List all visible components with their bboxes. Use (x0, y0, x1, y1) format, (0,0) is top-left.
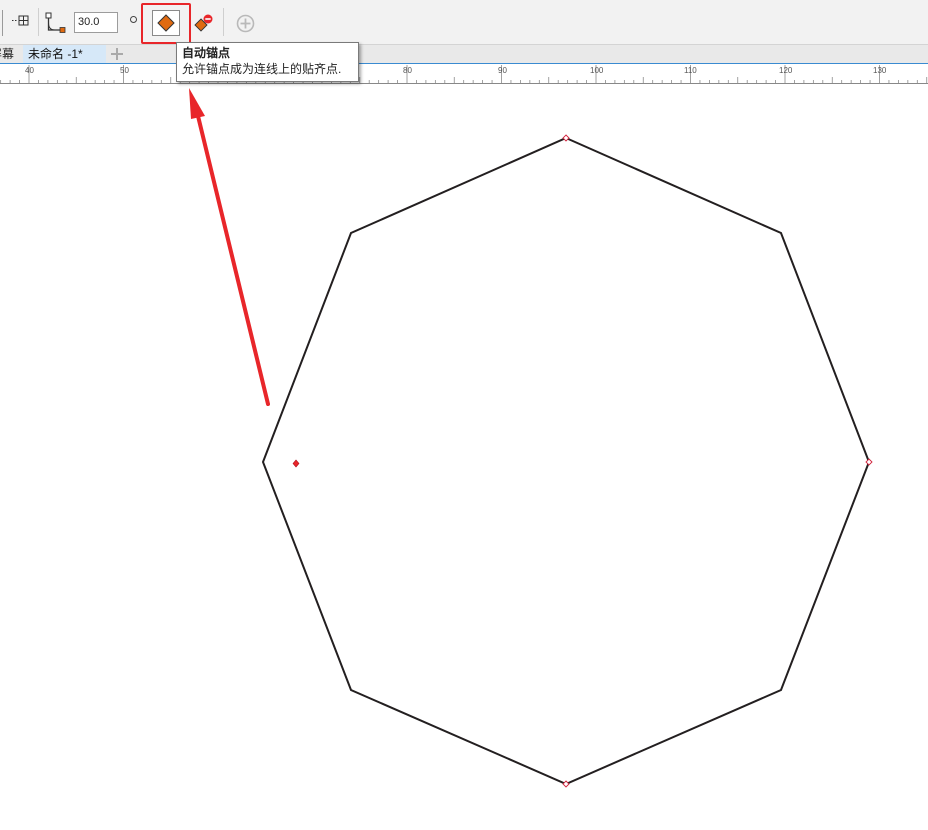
delete-anchor-button[interactable] (193, 12, 215, 34)
property-bar: 30.0 (0, 0, 928, 45)
anchor-point-top[interactable] (562, 134, 570, 142)
ruler-label: 100 (590, 66, 604, 75)
ruler-label: 120 (779, 66, 793, 75)
horizontal-ruler[interactable]: 40 50 60 70 80 90 100 110 120 130 (0, 63, 928, 84)
tooltip-description: 允许锚点成为连线上的贴齐点. (182, 62, 342, 76)
add-button[interactable] (235, 13, 256, 34)
octagon-shape[interactable] (261, 136, 871, 786)
ruler-label: 40 (25, 66, 34, 75)
ruler-label: 90 (498, 66, 507, 75)
anchor-point-bottom[interactable] (562, 780, 570, 788)
anchor-point-right[interactable] (865, 458, 873, 466)
tab-untitled-label: 未命名 -1* (28, 47, 83, 61)
ruler-label: 50 (120, 66, 129, 75)
annotation-arrow (189, 88, 270, 406)
ruler-label: 110 (684, 66, 697, 75)
tab-untitled[interactable]: 未命名 -1* (23, 45, 106, 63)
corner-angle-input[interactable]: 30.0 (74, 12, 118, 33)
tab-add-icon (111, 48, 123, 60)
tab-welcome[interactable]: 欢迎屏幕 (0, 45, 22, 63)
toolbar-separator (223, 8, 224, 36)
tooltip-title: 自动锚点 (182, 46, 231, 60)
tooltip: 自动锚点 允许锚点成为连线上的贴齐点. (176, 42, 359, 82)
delete-anchor-icon (194, 14, 213, 32)
ruler-label: 80 (403, 66, 412, 75)
snap-grid-icon[interactable] (11, 11, 31, 31)
corner-icon[interactable] (44, 11, 68, 35)
toolbar-edge (0, 10, 3, 36)
document-tab-bar: 欢迎屏幕 未命名 -1* (0, 45, 928, 64)
drawing-canvas[interactable] (0, 83, 928, 830)
auto-anchor-button[interactable] (152, 10, 180, 36)
add-icon (236, 14, 255, 33)
toolbar-separator (38, 8, 39, 36)
ruler-label: 130 (873, 66, 887, 75)
tab-add-button[interactable] (108, 45, 126, 63)
auto-anchor-icon (157, 14, 175, 32)
circle-indicator-icon (130, 16, 137, 23)
tab-welcome-label: 欢迎屏幕 (0, 47, 15, 61)
center-anchor-point[interactable] (292, 459, 300, 468)
